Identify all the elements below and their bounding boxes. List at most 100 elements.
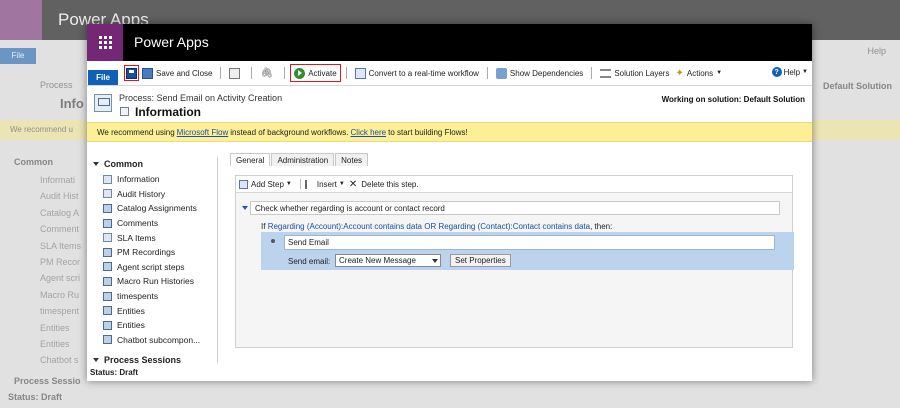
background-nav-item: Comment [40,224,80,235]
ribbon-separator [345,67,347,79]
nav-item-agent-script-steps[interactable]: Agent script steps [87,260,217,275]
banner-text-mid: instead of background workflows. [230,127,349,137]
nav-item-label: PM Recordings [117,247,176,258]
nav-list: Information Audit History Catalog Assign… [87,172,217,347]
background-solution: Default Solution [823,81,892,91]
designer-toolbar: Add Step ▼ Insert ▼ ✕ Delete this step. [236,176,792,193]
process-window: Power Apps File Save and Close 🖇 Activat… [87,24,812,381]
save-button[interactable] [124,65,139,81]
delete-step-button[interactable]: Delete this step. [361,180,418,189]
entity-icon [103,320,112,330]
if-label: If [261,222,266,231]
entity-icon [103,291,112,301]
condition-link[interactable]: Regarding (Account):Account contains dat… [268,222,590,231]
help-button[interactable]: ? Help ▼ [771,67,808,77]
background-title: Info [60,96,84,111]
background-process: Process [40,80,73,90]
side-navigation: Common Information Audit History Catalog… [87,157,218,363]
activate-button[interactable]: Activate [290,64,341,82]
convert-label: Convert to a real-time workflow [368,68,479,78]
app-launcher-button[interactable] [87,24,123,61]
nav-item-pm-recordings[interactable]: PM Recordings [87,245,217,260]
print-icon [229,67,241,79]
ribbon-separator [284,67,286,79]
background-status: Status: Draft [8,392,63,402]
nav-item-entities[interactable]: Entities [87,303,217,318]
click-here-link[interactable]: Click here [351,128,387,137]
background-nav-item: Macro Ru [40,289,80,300]
nav-item-comments[interactable]: Comments [87,216,217,231]
entity-icon [103,276,112,286]
background-nav-item: Entities [40,322,70,333]
help-icon: ? [771,67,782,77]
check-step-label: Check whether regarding is account or co… [255,203,445,213]
nav-section-common[interactable]: Common [87,157,217,170]
save-icon [126,67,137,79]
microsoft-flow-link[interactable]: Microsoft Flow [177,128,229,137]
history-icon [103,189,112,199]
bullet-icon [271,239,275,243]
nav-item-macro-run-histories[interactable]: Macro Run Histories [87,274,217,289]
record-header: Process: Send Email on Activity Creation… [87,86,812,121]
nav-item-label: Audit History [117,188,166,199]
set-properties-button[interactable]: Set Properties [450,254,511,267]
insert-button[interactable]: Insert [317,180,337,189]
nav-item-label: Macro Run Histories [117,276,194,287]
top-bar: Power Apps [87,24,812,61]
chevron-down-icon [432,258,438,263]
send-email-step-name[interactable]: Send Email [284,235,775,250]
status-bar: Status: Draft [90,368,139,377]
solution-layers-button[interactable]: Solution Layers [597,64,672,82]
chevron-down-icon: ▼ [716,70,723,76]
collapse-icon [93,161,99,166]
tab-administration[interactable]: Administration [271,153,335,166]
convert-workflow-button[interactable]: Convert to a real-time workflow [352,64,482,82]
form-tabs: General Administration Notes [230,153,369,166]
print-preview-button[interactable] [226,64,246,82]
actions-menu-button[interactable]: ✦ Actions ▼ [672,64,725,82]
nav-item-catalog-assignments[interactable]: Catalog Assignments [87,201,217,216]
activate-icon [294,67,306,79]
background-nav-item: PM Recor [40,257,81,268]
nav-item-information[interactable]: Information [87,172,217,187]
brand-title: Power Apps [134,34,209,50]
toolbar-separator [299,179,301,189]
nav-item-label: Chatbot subcompon... [117,334,201,345]
expand-icon [242,206,248,210]
background-nav-item: Informati [40,175,76,185]
sla-icon [103,233,112,243]
nav-section-process-sessions-label: Process Sessions [104,354,182,364]
nav-item-timespents[interactable]: timespents [87,289,217,304]
nav-item-audit-history[interactable]: Audit History [87,187,217,202]
nav-section-process-sessions[interactable]: Process Sessions [87,353,181,363]
save-and-close-button[interactable]: Save and Close [139,64,215,82]
background-help: Help [867,46,886,56]
nav-item-sla-items[interactable]: SLA Items [87,230,217,245]
process-icon [94,94,112,112]
activate-label: Activate [308,68,337,78]
ribbon-separator [220,67,222,79]
delete-icon: ✕ [348,178,358,190]
tab-notes[interactable]: Notes [335,153,369,166]
tab-general[interactable]: General [230,153,271,166]
solution-layers-label: Solution Layers [614,68,670,78]
background-waffle [0,0,42,40]
attach-button[interactable]: 🖇 [257,64,279,82]
nav-item-entities[interactable]: Entities [87,318,217,333]
nav-item-label: Agent script steps [117,261,185,272]
file-button[interactable]: File [88,69,118,85]
collapse-icon [93,357,99,362]
entity-icon [103,203,112,213]
check-condition-step[interactable]: Check whether regarding is account or co… [242,201,780,215]
chevron-down-icon: ▼ [802,69,808,75]
page-title: Information [135,105,201,119]
send-email-select[interactable]: Create New Message [335,254,441,267]
add-step-button[interactable]: Add Step [251,180,284,189]
chevron-down-icon: ▼ [338,181,345,187]
nav-item-label: Catalog Assignments [117,203,197,214]
save-close-icon [142,67,153,79]
layers-icon [600,68,612,78]
nav-section-common-label: Common [104,158,143,169]
show-dependencies-button[interactable]: Show Dependencies [493,64,586,82]
nav-item-chatbot-subcomponents[interactable]: Chatbot subcompon... [87,333,217,348]
